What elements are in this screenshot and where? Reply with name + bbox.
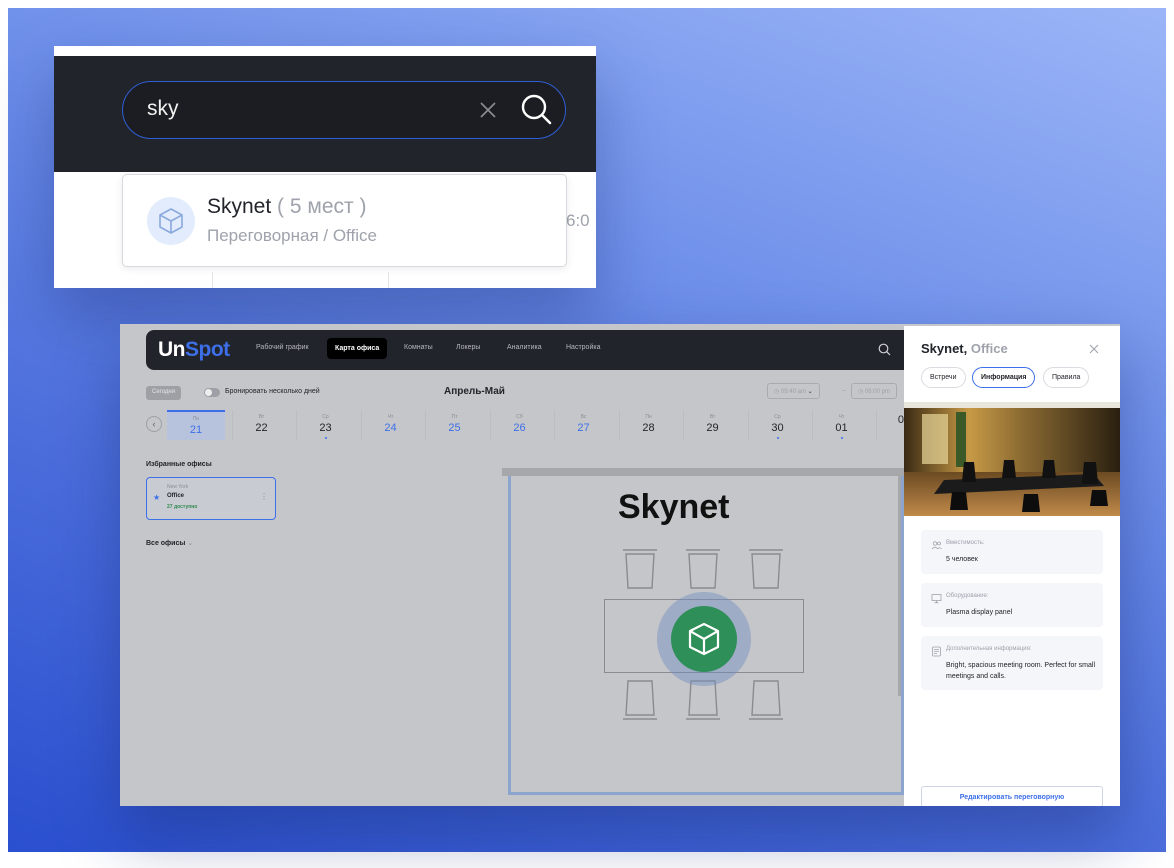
star-icon[interactable]: ★ (153, 493, 160, 502)
day-cell[interactable]: Вт 22 (232, 410, 290, 440)
tab-rules[interactable]: Правила (1043, 367, 1090, 388)
room-photo (904, 402, 1120, 516)
edit-room-button[interactable]: Редактировать переговорную (921, 786, 1103, 806)
day-cell[interactable]: Сб 26 (490, 410, 548, 440)
floor-room-outline (508, 792, 904, 795)
search-query: sky (147, 97, 179, 120)
search-result-item[interactable]: Skynet ( 5 мест ) Переговорная / Office (122, 174, 567, 267)
chair (686, 549, 720, 589)
extra-info-value: Bright, spacious meeting room. Perfect f… (946, 662, 1096, 680)
day-cell[interactable]: Пн 21 (167, 410, 225, 440)
clear-icon[interactable] (478, 100, 498, 120)
chair (623, 549, 657, 589)
grid-divider (388, 272, 389, 288)
multiday-label: Бронировать несколько дней (225, 388, 320, 395)
booking-dot (777, 437, 779, 439)
all-offices-toggle[interactable]: Все офисы ⌄ (146, 539, 193, 547)
office-city: New York (167, 484, 189, 490)
top-navigation: UnSpot Рабочий график Карта офиса Комнат… (146, 330, 916, 370)
extra-info-block: Дополнительная информация: Bright, spaci… (921, 636, 1103, 690)
extra-info-label: Дополнительная информация: (946, 646, 1032, 652)
chair (749, 549, 783, 589)
booking-dot (841, 437, 843, 439)
prev-week-button[interactable]: ‹ (146, 416, 162, 432)
room-icon (688, 622, 720, 656)
search-input[interactable]: sky (122, 81, 566, 139)
search-card: sky 6:0 Skynet ( 5 мест ) Переговорная /… (54, 46, 596, 288)
search-icon[interactable] (519, 93, 553, 127)
tab-information[interactable]: Информация (972, 367, 1036, 388)
equipment-value: Plasma display panel (946, 609, 1013, 616)
capacity-value: 5 человек (946, 556, 978, 563)
search-icon[interactable] (878, 343, 891, 356)
people-icon (931, 541, 942, 550)
day-cell[interactable]: Вт 29 (683, 410, 741, 440)
day-cell[interactable]: Пт 25 (425, 410, 483, 440)
office-availability: 27 доступно (167, 504, 198, 510)
result-title: Skynet ( 5 мест ) (207, 195, 366, 219)
equipment-label: Оборудование: (946, 593, 989, 599)
favorites-title: Избранные офисы (146, 461, 212, 468)
nav-rooms[interactable]: Комнаты (404, 344, 433, 351)
office-name: Office (167, 493, 185, 499)
search-bar: sky (54, 56, 596, 172)
chair (623, 680, 657, 720)
result-name: Skynet (207, 195, 272, 218)
room-pin[interactable] (671, 606, 737, 672)
room-details-panel: Skynet, Office Встречи Информация Правил… (904, 326, 1120, 806)
multiday-toggle[interactable] (204, 388, 220, 397)
partial-time: 6:0 (566, 211, 590, 230)
time-from-select[interactable]: ◷ 09:40 am ⌄ (767, 383, 820, 399)
day-cell[interactable]: Пн 28 (619, 410, 677, 440)
capacity-block: Вместимость: 5 человек (921, 530, 1103, 574)
more-options-icon[interactable]: ⋮ (260, 492, 268, 501)
panel-title: Skynet, Office (921, 341, 1008, 356)
chair (749, 680, 783, 720)
close-icon[interactable] (1089, 344, 1099, 354)
nav-analytics[interactable]: Аналитика (507, 344, 542, 351)
nav-lockers[interactable]: Локеры (456, 344, 480, 351)
result-subtitle: Переговорная / Office (207, 226, 377, 245)
day-cell[interactable]: Ср 30 (748, 410, 806, 440)
floor-room-title: Skynet (618, 488, 730, 526)
nav-office-map[interactable]: Карта офиса (327, 338, 388, 359)
booking-dot (325, 437, 327, 439)
equipment-block: Оборудование: Plasma display panel (921, 583, 1103, 627)
room-icon (147, 197, 195, 245)
monitor-icon (931, 594, 942, 604)
nav-settings[interactable]: Настройка (566, 344, 600, 351)
favorite-office-card[interactable]: ★ New York Office 27 доступно ⋮ (146, 477, 276, 520)
day-cell[interactable]: Вс 27 (554, 410, 612, 440)
month-title: Апрель-Май (444, 386, 505, 397)
today-button[interactable]: Сегодня (146, 386, 181, 400)
day-cell[interactable]: 0 (876, 410, 904, 440)
floor-wall (502, 468, 912, 476)
capacity-label: Вместимость: (946, 540, 985, 546)
time-to-select[interactable]: ◷ 06:00 pm (851, 383, 897, 399)
result-capacity: ( 5 мест ) (271, 195, 367, 218)
unspot-logo[interactable]: UnSpot (158, 338, 230, 362)
nav-work-schedule[interactable]: Рабочий график (256, 344, 309, 351)
document-icon (932, 646, 941, 657)
chair (686, 680, 720, 720)
day-cell[interactable]: Ср 23 (296, 410, 354, 440)
day-cell[interactable]: Чт 01 (812, 410, 870, 440)
day-cell[interactable]: Чт 24 (361, 410, 419, 440)
tab-meetings[interactable]: Встречи (921, 367, 966, 388)
time-separator: – (842, 387, 846, 394)
grid-divider (212, 272, 213, 288)
